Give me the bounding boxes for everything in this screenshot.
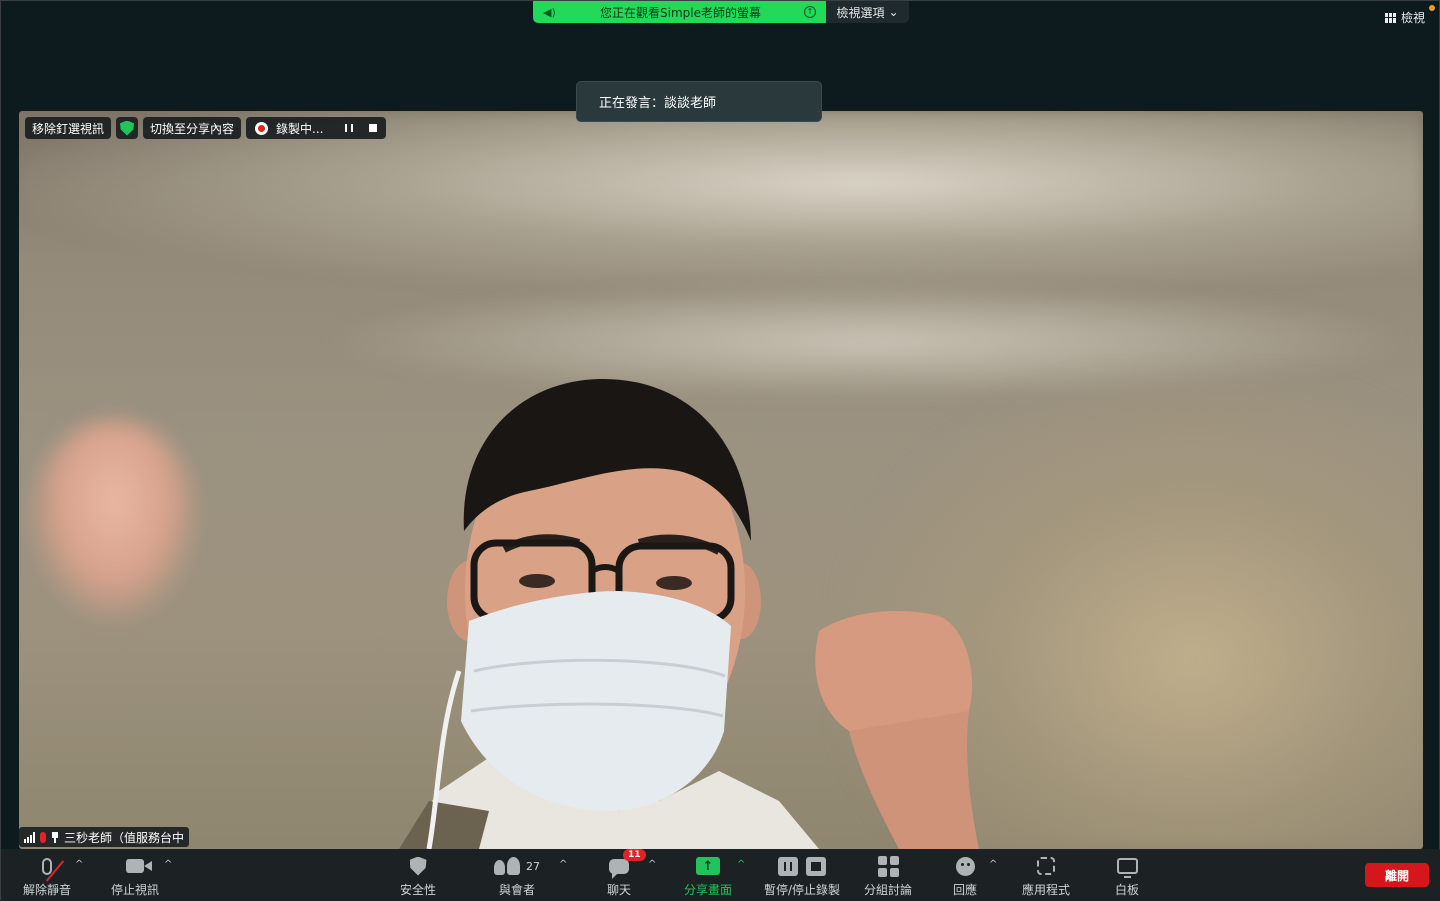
- security-label: 安全性: [399, 883, 436, 897]
- speaker-icon: ◀): [543, 5, 556, 19]
- whiteboard-label: 白板: [1114, 883, 1139, 897]
- pause-recording-icon[interactable]: [345, 124, 354, 132]
- view-button-label: 檢視: [1400, 11, 1425, 25]
- viewing-share-indicator: ◀) 您正在觀看Simple老師的螢幕 ↑: [533, 1, 826, 23]
- share-screen-label: 分享畫面: [683, 883, 732, 897]
- meeting-toolbar: 解除靜音 ^ 停止視訊 ^ 安全性 27 與會者 ^ 11 聊天 ^ ↑ 分享畫…: [1, 849, 1440, 901]
- recording-dot-icon: [255, 121, 269, 135]
- chat-options-caret[interactable]: ^: [648, 859, 656, 870]
- view-button[interactable]: 檢視: [1384, 9, 1425, 26]
- active-speaker-indicator: 正在發言：談談老師: [576, 81, 822, 122]
- shield-check-icon: [120, 120, 135, 136]
- view-options-button[interactable]: 檢視選項 ⌄: [826, 1, 909, 23]
- smiley-plus-icon: [955, 856, 975, 876]
- active-speaker-text: 正在發言：談談老師: [599, 96, 717, 111]
- participant-name: 三秒老師（值服務台中: [64, 830, 185, 845]
- leave-label: 離開: [1384, 868, 1409, 883]
- signal-strength-icon: [24, 831, 35, 843]
- chat-unread-badge: 11: [623, 849, 646, 861]
- breakout-rooms-icon: [877, 855, 899, 877]
- stop-video-label: 停止視訊: [110, 883, 159, 897]
- recording-label: 錄製中...: [276, 121, 324, 136]
- audio-options-caret[interactable]: ^: [75, 859, 83, 870]
- notification-dot: [1429, 5, 1435, 11]
- pinned-video[interactable]: [19, 111, 1423, 849]
- participants-icon: [494, 857, 520, 875]
- participant-name-tag: 三秒老師（值服務台中: [19, 827, 190, 847]
- breakout-rooms-button[interactable]: 分組討論: [846, 853, 930, 898]
- apps-button[interactable]: 應用程式: [1004, 853, 1088, 898]
- pin-icon: [51, 831, 59, 843]
- muted-mic-icon: [40, 831, 46, 843]
- encryption-shield-button[interactable]: [116, 117, 139, 139]
- participants-count: 27: [526, 859, 540, 873]
- remove-pin-button[interactable]: 移除釘選視訊: [25, 117, 112, 139]
- apps-label: 應用程式: [1021, 883, 1070, 897]
- stop-recording-icon[interactable]: [369, 124, 378, 132]
- grid-view-icon: [1384, 12, 1396, 23]
- whiteboard-button[interactable]: 白板: [1085, 853, 1169, 898]
- screen-share-banner: ◀) 您正在觀看Simple老師的螢幕 ↑ 檢視選項 ⌄: [533, 1, 909, 23]
- share-screen-arrow-icon: ↑: [696, 857, 720, 875]
- apps-icon: [1037, 857, 1055, 875]
- security-button[interactable]: 安全性: [376, 853, 460, 898]
- participants-button[interactable]: 27 與會者: [475, 853, 559, 898]
- chat-bubble-icon: [609, 858, 629, 879]
- breakout-rooms-label: 分組討論: [863, 883, 912, 897]
- meeting-window: ◀) 您正在觀看Simple老師的螢幕 ↑ 檢視選項 ⌄ 檢視 正在發言：談談老…: [0, 0, 1440, 901]
- viewing-share-text: 您正在觀看Simple老師的螢幕: [600, 5, 761, 20]
- microphone-muted-icon: [42, 857, 65, 882]
- pause-stop-recording-button[interactable]: 暫停/停止錄製: [760, 853, 844, 898]
- remove-pin-label: 移除釘選視訊: [32, 121, 105, 136]
- switch-to-share-label: 切換至分享內容: [150, 121, 235, 136]
- participant-video-image: [399, 378, 979, 849]
- video-overlay-controls: 移除釘選視訊 切換至分享內容 錄製中...: [25, 117, 387, 139]
- chevron-down-icon: ⌄: [888, 5, 899, 19]
- video-options-caret[interactable]: ^: [164, 859, 172, 870]
- reactions-label: 回應: [952, 883, 977, 897]
- pause-stop-record-icon: [778, 856, 826, 876]
- share-info-icon[interactable]: ↑: [804, 6, 816, 18]
- switch-to-share-button[interactable]: 切換至分享內容: [143, 117, 242, 139]
- recording-control-label: 暫停/停止錄製: [763, 883, 841, 897]
- leave-button[interactable]: 離開: [1365, 863, 1429, 887]
- reactions-options-caret[interactable]: ^: [989, 859, 997, 870]
- chat-label: 聊天: [606, 883, 631, 897]
- participants-options-caret[interactable]: ^: [559, 859, 567, 870]
- shield-icon: [409, 856, 427, 876]
- video-camera-icon: [126, 859, 152, 873]
- recording-indicator: 錄製中...: [246, 117, 387, 139]
- whiteboard-icon: [1116, 858, 1138, 878]
- share-options-caret[interactable]: ^: [737, 859, 745, 870]
- view-options-label: 檢視選項: [836, 5, 885, 20]
- participants-label: 與會者: [498, 883, 535, 897]
- unmute-label: 解除靜音: [22, 883, 71, 897]
